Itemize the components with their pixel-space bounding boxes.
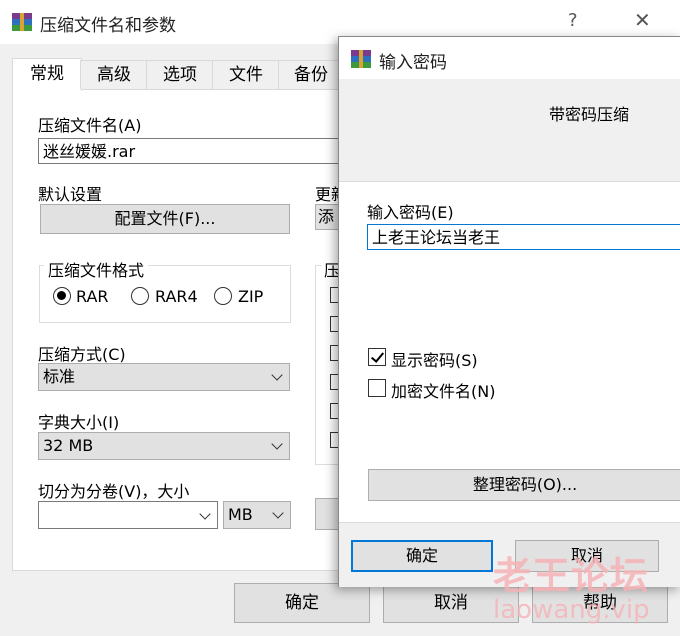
tab-options[interactable]: 选项 bbox=[146, 60, 214, 89]
tab-backup[interactable]: 备份 bbox=[278, 60, 344, 89]
default-settings-label: 默认设置 bbox=[38, 185, 103, 204]
archive-name-label: 压缩文件名(A) bbox=[38, 116, 142, 135]
help-icon[interactable]: ? bbox=[568, 10, 578, 31]
split-unit-combo[interactable]: MB bbox=[223, 501, 291, 529]
chevron-down-icon bbox=[271, 438, 283, 450]
password-dialog: 输入密码 带密码压缩 输入密码(E) 上老王论坛当老王 显示密码(S) 加密文件… bbox=[338, 36, 680, 587]
format-zip-radio[interactable] bbox=[214, 287, 232, 305]
password-dialog-title: 输入密码 bbox=[379, 53, 447, 73]
format-rar-label[interactable]: RAR bbox=[76, 287, 109, 306]
main-ok-button[interactable]: 确定 bbox=[234, 583, 370, 623]
format-rar-radio[interactable] bbox=[53, 287, 71, 305]
watermark-text: 老王论坛 bbox=[493, 554, 650, 598]
split-volumes-label: 切分为分卷(V)，大小 bbox=[38, 482, 190, 501]
organize-passwords-button[interactable]: 整理密码(O)... bbox=[368, 469, 680, 501]
split-unit-value: MB bbox=[228, 505, 253, 524]
chevron-down-icon bbox=[199, 508, 211, 520]
method-combo[interactable]: 标准 bbox=[38, 363, 290, 391]
close-icon[interactable]: ✕ bbox=[634, 8, 651, 32]
tab-strip: 常规 高级 选项 文件 备份 bbox=[12, 58, 344, 91]
password-dialog-subtitle: 带密码压缩 bbox=[549, 105, 630, 124]
dict-size-combo[interactable]: 32 MB bbox=[38, 432, 290, 460]
encrypt-filenames-checkbox[interactable] bbox=[368, 379, 386, 397]
encrypt-filenames-label[interactable]: 加密文件名(N) bbox=[391, 378, 495, 402]
format-rar4-label[interactable]: RAR4 bbox=[155, 287, 198, 306]
dict-size-label: 字典大小(I) bbox=[38, 413, 120, 432]
watermark-url: laowang.vip bbox=[493, 595, 650, 625]
tab-general[interactable]: 常规 bbox=[12, 58, 82, 91]
password-ok-button[interactable]: 确定 bbox=[351, 540, 493, 572]
password-label: 输入密码(E) bbox=[367, 203, 454, 222]
archive-name-input[interactable]: 迷丝媛媛.rar bbox=[38, 138, 342, 164]
chevron-down-icon bbox=[272, 507, 284, 519]
tab-files[interactable]: 文件 bbox=[212, 60, 280, 89]
show-password-label[interactable]: 显示密码(S) bbox=[391, 347, 478, 371]
winrar-icon bbox=[12, 13, 32, 31]
format-zip-label[interactable]: ZIP bbox=[238, 287, 263, 306]
profiles-button[interactable]: 配置文件(F)... bbox=[40, 204, 290, 234]
check-icon bbox=[370, 349, 385, 363]
archive-format-group-title: 压缩文件格式 bbox=[44, 257, 149, 281]
winrar-icon bbox=[351, 50, 371, 68]
chevron-down-icon bbox=[271, 369, 283, 381]
split-size-combo[interactable] bbox=[38, 501, 218, 529]
method-value: 标准 bbox=[43, 367, 76, 386]
password-input[interactable]: 上老王论坛当老王 bbox=[367, 224, 680, 250]
tab-advanced[interactable]: 高级 bbox=[80, 60, 148, 89]
main-window-title: 压缩文件名和参数 bbox=[40, 16, 176, 36]
format-rar4-radio[interactable] bbox=[131, 287, 149, 305]
update-mode-combo[interactable]: 添 bbox=[315, 204, 339, 230]
show-password-checkbox[interactable] bbox=[368, 348, 386, 366]
password-dialog-title-bar: 输入密码 bbox=[339, 37, 680, 79]
dict-size-value: 32 MB bbox=[43, 436, 94, 455]
method-label: 压缩方式(C) bbox=[38, 345, 126, 364]
